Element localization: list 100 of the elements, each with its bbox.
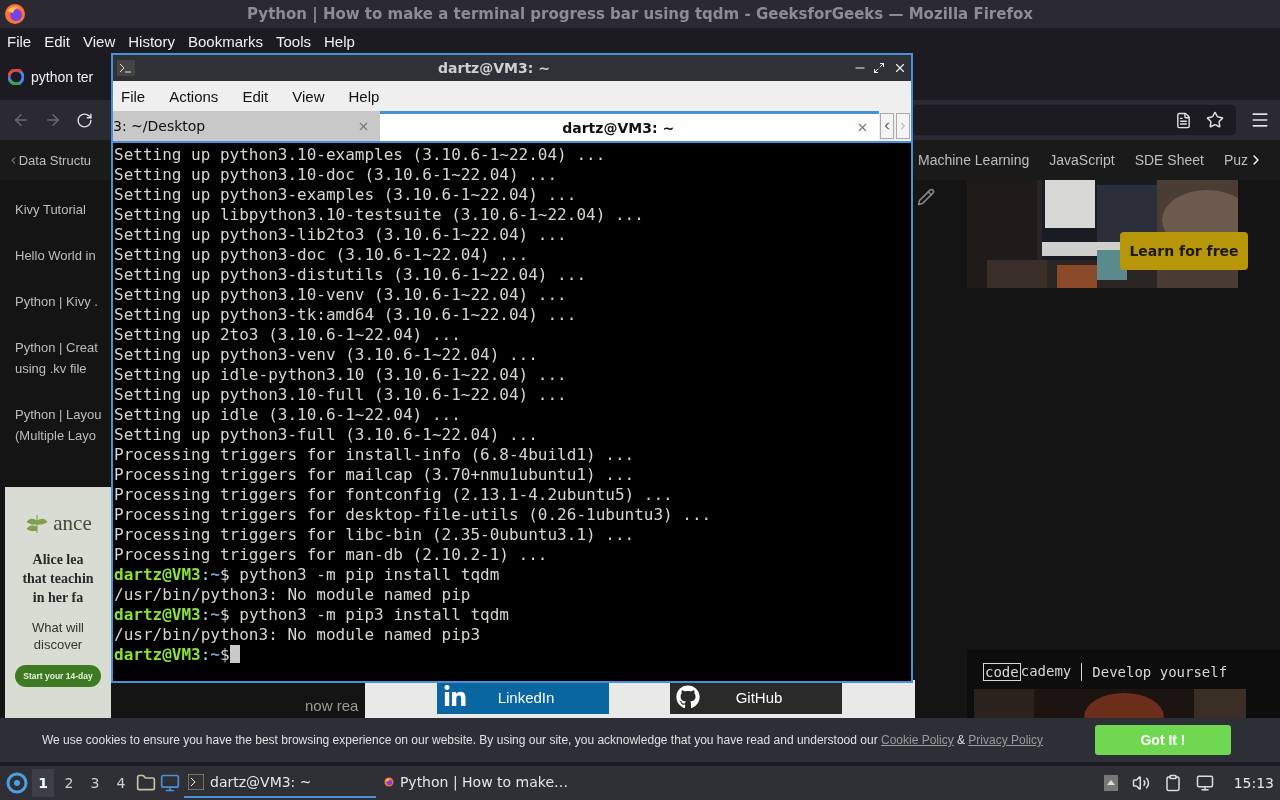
- terminal-output-line: Setting up python3.10-doc (3.10.6-1~22.04) ...: [114, 165, 559, 185]
- desktop-icon[interactable]: [160, 773, 180, 793]
- terminal-output-line: Processing triggers for desktop-file-utils (0.26-1ubuntu3) ...: [114, 505, 713, 525]
- sidebar-link[interactable]: Python | Kivy .: [0, 291, 111, 312]
- terminal-output-line: Processing triggers for libc-bin (2.35-0ubuntu3.1) ...: [114, 525, 636, 545]
- terminal-output-line: Setting up python3-distutils (3.10.6-1~22.04) ...: [114, 265, 587, 285]
- prompt-separator: :: [200, 565, 211, 584]
- menu-item[interactable]: Actions: [169, 87, 219, 105]
- article-text: now rea: [305, 697, 359, 714]
- sidebar-link[interactable]: Kivy Tutorial: [0, 199, 111, 220]
- address-field[interactable]: [913, 105, 1236, 135]
- terminal-output-line: Setting up python3-examples (3.10.6-1~22.04) ...: [114, 185, 578, 205]
- terminal-tab[interactable]: 3: ~/Desktop: [113, 111, 381, 141]
- terminal-app-icon: [188, 774, 204, 790]
- ad-banner[interactable]: ance Alice lea that teachin in her fa What will discover Start your 14-day: [5, 487, 111, 718]
- privacy-policy-link[interactable]: Privacy Policy: [968, 733, 1044, 747]
- volume-icon[interactable]: [1131, 774, 1150, 792]
- terminal-tab[interactable]: dartz@VM3: ~: [380, 111, 879, 141]
- clipboard-icon[interactable]: [1163, 774, 1182, 792]
- terminal-output-line: Setting up python3-doc (3.10.6-1~22.04) ...: [114, 245, 530, 265]
- terminal-output-line: Setting up libpython3.10-testsuite (3.10.6-1~22.04) ...: [114, 205, 645, 225]
- menu-item[interactable]: Tools: [276, 32, 311, 50]
- back-icon[interactable]: [12, 111, 30, 129]
- menu-item[interactable]: Edit: [44, 32, 71, 50]
- menu-item[interactable]: History: [128, 32, 175, 50]
- terminal-output-line: Setting up idle-python3.10 (3.10.6-1~22.04) ...: [114, 365, 568, 385]
- clock: 15:13: [1233, 775, 1274, 791]
- terminal-output-line: Setting up python3-venv (3.10.6-1~22.04) ...: [114, 345, 539, 365]
- google-g-icon: [8, 69, 24, 85]
- sidebar-link[interactable]: Python | Creat using .kv file: [0, 337, 111, 379]
- start-menu-icon[interactable]: [6, 772, 28, 794]
- terminal-output-line: Setting up python3.10-examples (3.10.6-1~22.04) ...: [114, 145, 607, 165]
- forward-icon[interactable]: [44, 111, 62, 129]
- terminal-output-line: Processing triggers for man-db (2.10.2-1) ...: [114, 545, 549, 565]
- menu-item[interactable]: File: [121, 87, 146, 105]
- topic-link[interactable]: JavaScript: [1049, 152, 1115, 168]
- prompt-path: ~: [210, 605, 220, 624]
- menu-icon[interactable]: [1250, 110, 1270, 130]
- terminal-output-line: Setting up python3-full (3.10.6-1~22.04) ...: [114, 425, 539, 445]
- menu-item[interactable]: View: [83, 32, 116, 50]
- terminal-output-line: Setting up 2to3 (3.10.6-1~22.04) ...: [114, 325, 462, 345]
- terminal-output-line: Setting up python3.10-venv (3.10.6-1~22.04) ...: [114, 285, 568, 305]
- sidebar-link[interactable]: Python | Layou (Multiple Layo: [0, 404, 111, 446]
- terminal-command: $: [220, 645, 230, 664]
- menu-item[interactable]: View: [292, 87, 325, 105]
- terminal-title: dartz@VM3: ~: [437, 60, 551, 76]
- linkedin-icon: [443, 685, 467, 709]
- terminal-output-line: /usr/bin/python3: No module named pip3: [114, 625, 482, 645]
- workspace-button[interactable]: 3: [84, 769, 106, 797]
- topic-link[interactable]: Puz: [1223, 152, 1249, 168]
- menu-item[interactable]: Bookmarks: [187, 32, 263, 50]
- prompt-path: ~: [210, 645, 220, 664]
- topic-link[interactable]: Data Structu: [18, 152, 91, 168]
- terminal-output-line: Setting up python3.10-full (3.10.6-1~22.04) ...: [114, 385, 568, 405]
- cookie-policy-link[interactable]: Cookie Policy: [880, 733, 954, 747]
- workspace-button[interactable]: 4: [110, 769, 132, 797]
- ad-text: What will discover: [32, 619, 84, 653]
- terminal-command: $ python3 -m pip3 install tqdm: [220, 605, 509, 624]
- prompt-separator: :: [200, 645, 211, 664]
- workspace-button[interactable]: 2: [58, 769, 80, 797]
- close-icon[interactable]: [893, 61, 907, 75]
- bookmark-star-icon[interactable]: [1206, 111, 1224, 129]
- topic-link[interactable]: SDE Sheet: [1134, 152, 1204, 168]
- menu-item[interactable]: Edit: [242, 87, 269, 105]
- sidebar-link[interactable]: Hello World in: [0, 245, 111, 266]
- prompt-path: ~: [210, 565, 220, 584]
- terminal-output-line: /usr/bin/python3: No module named pip: [114, 585, 472, 605]
- menu-item[interactable]: File: [7, 32, 32, 50]
- maximize-icon[interactable]: [873, 62, 885, 74]
- ad-banner[interactable]: code cademy Develop yourself: [967, 650, 1280, 718]
- learn-button[interactable]: Learn for free: [1120, 232, 1248, 270]
- codecademy-logo: code cademy: [983, 663, 1072, 681]
- prompt-user: dartz@VM3: [114, 565, 201, 584]
- firefox-logo-icon: [4, 3, 26, 25]
- menu-item[interactable]: Help: [324, 32, 355, 50]
- menu-item[interactable]: Help: [348, 87, 380, 105]
- terminal-output-line: Setting up python3-tk:amd64 (3.10.6-1~22.04) ...: [114, 305, 578, 325]
- workspace-button[interactable]: 1: [32, 769, 54, 797]
- file-manager-icon[interactable]: [136, 773, 156, 793]
- window-title: Python | How to make a terminal progress bar using tqdm - GeeksforGeeks — Mozilla Firefox: [247, 5, 1033, 23]
- trial-button[interactable]: Start your 14-day: [15, 665, 101, 687]
- terminal-command: $ python3 -m pip install tqdm: [220, 565, 500, 584]
- cookie-notice: We use cookies to ensure you have the best browsing experience on our website. By using our site, you acknowledge that you have read and understood our Cookie Policy & Privacy Policy: [42, 733, 1044, 747]
- browser-tab[interactable]: python ter: [8, 59, 94, 95]
- terminal-output-line: Processing triggers for mailcap (3.70+nmu1ubuntu1) ...: [114, 465, 636, 485]
- terminal-app-icon: [117, 60, 135, 76]
- task-button[interactable]: Python | How to make…: [380, 768, 572, 798]
- terminal-output-line: Processing triggers for fontconfig (2.13.1-4.2ubuntu5) ...: [114, 485, 674, 505]
- reader-view-icon[interactable]: [1175, 111, 1192, 129]
- pencil-icon[interactable]: [917, 188, 935, 206]
- close-tab-icon[interactable]: [856, 121, 869, 134]
- reload-icon[interactable]: [76, 111, 93, 129]
- terminal-output-line: Setting up idle (3.10.6-1~22.04) ...: [114, 405, 462, 425]
- topic-link[interactable]: Machine Learning: [918, 152, 1030, 168]
- terminal-output-line: Setting up python3-lib2to3 (3.10.6-1~22.04) ...: [114, 225, 568, 245]
- prompt-separator: :: [200, 605, 211, 624]
- github-icon: [676, 685, 700, 709]
- ad-headline: Alice lea that teachin in her fa: [22, 551, 94, 607]
- task-button[interactable]: dartz@VM3: ~: [184, 768, 376, 798]
- tab-scroll-left-icon[interactable]: [880, 113, 894, 139]
